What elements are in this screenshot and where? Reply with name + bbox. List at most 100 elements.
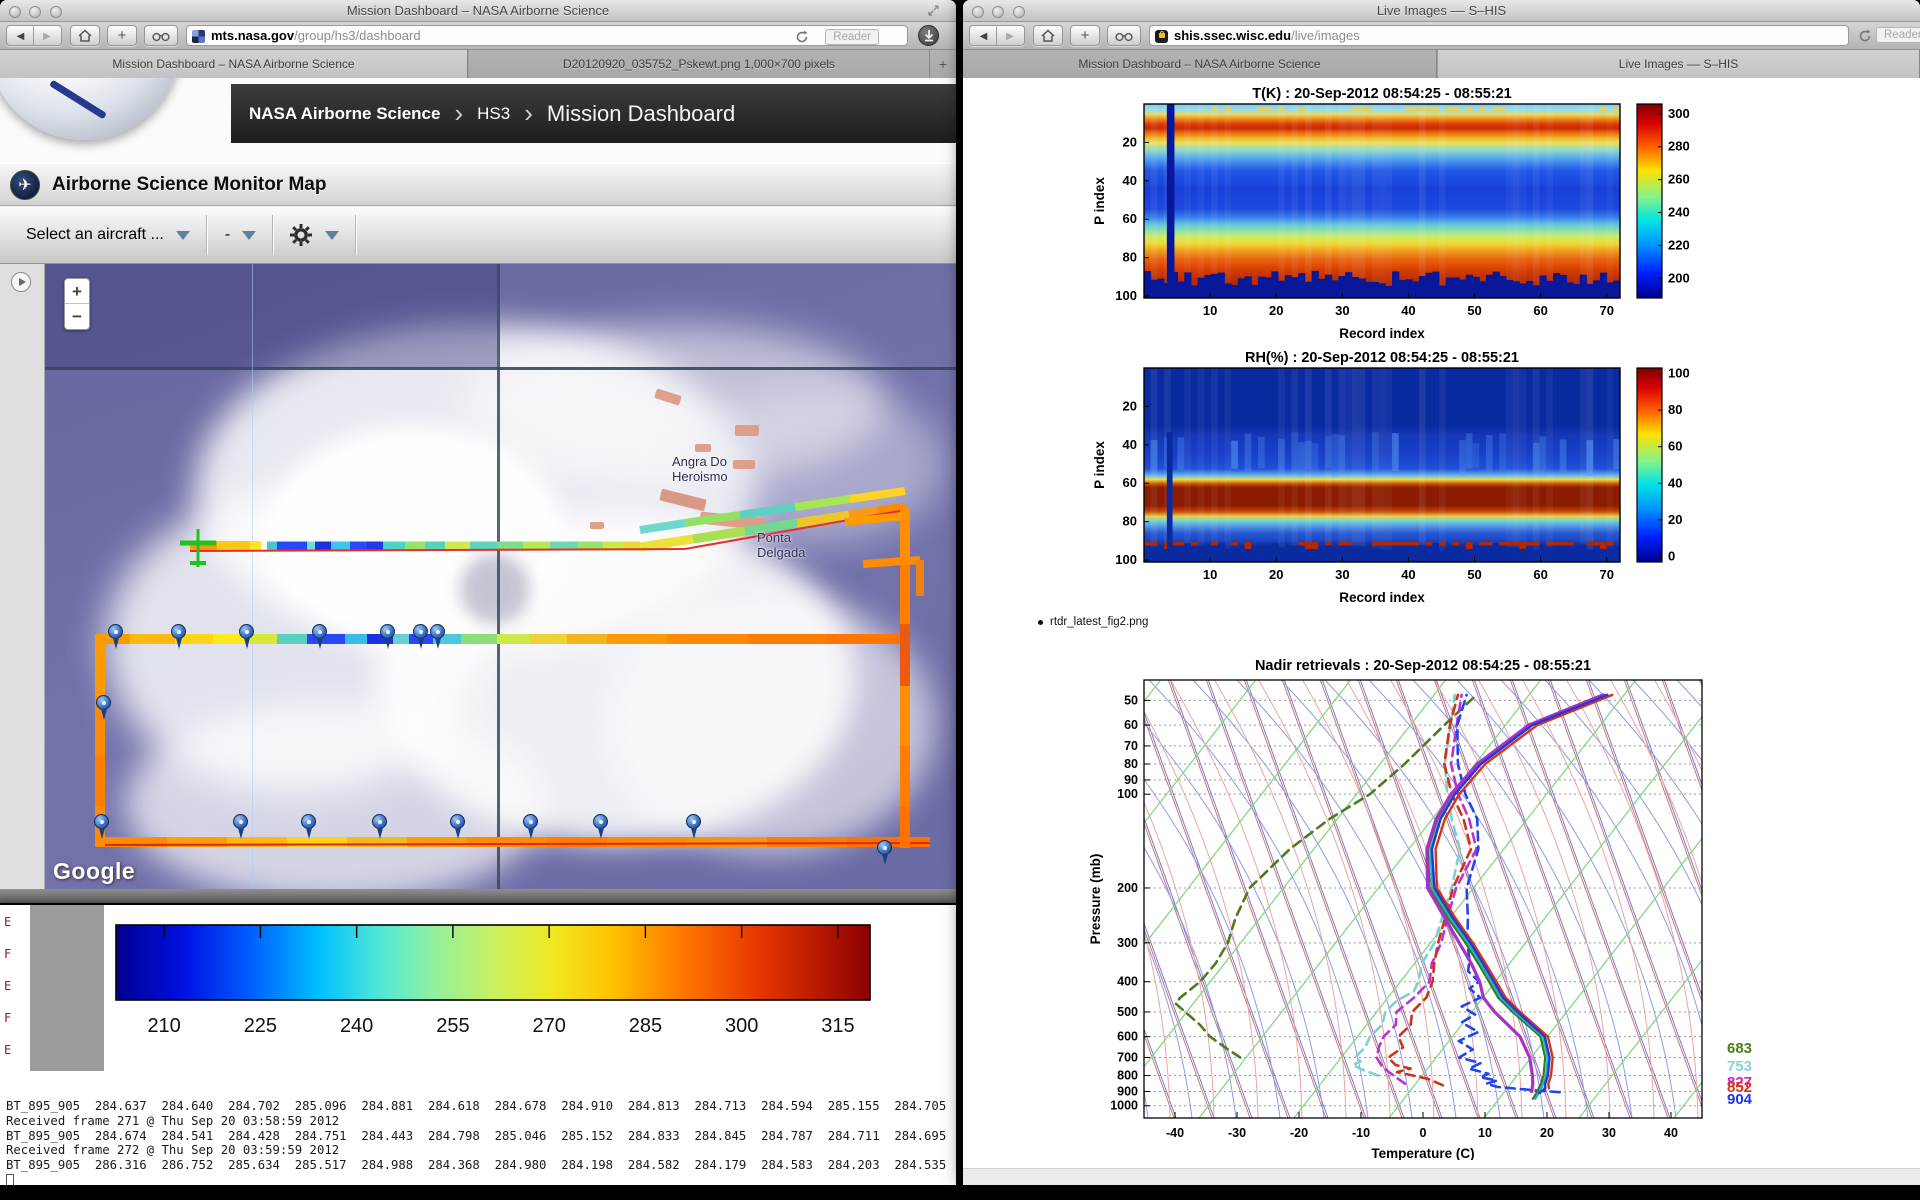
svg-text:20: 20 — [1269, 303, 1283, 318]
svg-text:20: 20 — [1269, 567, 1283, 582]
map-pin[interactable] — [413, 624, 428, 639]
tab-mission-dashboard[interactable]: Mission Dashboard – NASA Airborne Scienc… — [963, 50, 1437, 78]
right-browser-window: Live Images –– S–HIS ◀▶ + shis.ssec.wisc… — [963, 0, 1920, 1185]
map-pin[interactable] — [450, 814, 465, 829]
clipped-text-fragment: E — [4, 1043, 11, 1057]
svg-text:210: 210 — [147, 1015, 180, 1037]
svg-text:30: 30 — [1335, 303, 1349, 318]
chevron-down-icon[interactable] — [325, 231, 339, 240]
svg-text:60: 60 — [1668, 439, 1682, 454]
rh-heatmap-image: 1020304050607020406080100RH(%) : 20-Sep-… — [1080, 350, 1720, 612]
reading-list-button[interactable] — [1107, 25, 1141, 46]
monitor-map-header: ✈ Airborne Science Monitor Map — [0, 163, 956, 206]
reload-icon[interactable] — [795, 30, 809, 44]
tab-pskewt-image[interactable]: D20120920_035752_Pskewt.png 1,000×700 pi… — [469, 50, 930, 78]
left-titlebar[interactable]: Mission Dashboard – NASA Airborne Scienc… — [0, 0, 956, 22]
map-pin[interactable] — [523, 814, 538, 829]
svg-text:Pressure (mb): Pressure (mb) — [1088, 854, 1103, 945]
map-pin[interactable] — [877, 840, 892, 855]
zoom-in-button[interactable]: + — [65, 279, 89, 304]
terminal-window[interactable]: BT_895_905 284.637 284.640 284.702 285.0… — [0, 1071, 956, 1185]
new-tab-button[interactable]: + — [930, 50, 956, 78]
home-button[interactable] — [1033, 25, 1063, 46]
map-canvas[interactable]: Angra DoHeroismo PontaDelgada + − Google — [45, 264, 956, 889]
map-pin[interactable] — [686, 814, 701, 829]
svg-text:T(K) : 20-Sep-2012 08:54:25 -: T(K) : 20-Sep-2012 08:54:25 - 08:55:21 — [1252, 86, 1512, 102]
breadcrumb-hs3[interactable]: HS3 — [477, 104, 510, 124]
brightness-temp-colorbar: 210225240255270285300315 — [104, 905, 956, 1071]
dash-select[interactable]: - — [225, 226, 230, 244]
url-field[interactable]: shis.ssec.wisc.edu/live/images — [1149, 25, 1849, 46]
reading-list-button[interactable] — [144, 25, 178, 46]
home-icon — [1041, 29, 1055, 42]
forward-button[interactable]: ▶ — [34, 27, 60, 46]
svg-text:500: 500 — [1117, 1005, 1138, 1019]
chevron-down-icon[interactable] — [242, 231, 256, 240]
file-list-item[interactable]: rtdr_latest_fig2.png — [1050, 616, 1148, 628]
aircraft-select[interactable]: Select an aircraft ... — [26, 226, 164, 244]
svg-text:20: 20 — [1668, 512, 1682, 527]
svg-text:300: 300 — [1668, 106, 1690, 121]
map-pin[interactable] — [372, 814, 387, 829]
url-field[interactable]: mts.nasa.gov/group/hs3/dashboard Reader — [186, 25, 908, 46]
downloads-button[interactable] — [918, 25, 939, 46]
svg-text:50: 50 — [1467, 303, 1481, 318]
svg-text:80: 80 — [1668, 402, 1682, 417]
map-pin[interactable] — [96, 695, 111, 710]
svg-text:10: 10 — [1203, 567, 1217, 582]
forward-button[interactable]: ▶ — [997, 27, 1023, 46]
home-icon — [78, 29, 92, 42]
map-pin[interactable] — [233, 814, 248, 829]
breadcrumb-page: Mission Dashboard — [547, 101, 735, 127]
svg-text:315: 315 — [821, 1015, 854, 1037]
map-pin[interactable] — [312, 624, 327, 639]
svg-text:600: 600 — [1117, 1030, 1138, 1044]
svg-text:800: 800 — [1117, 1069, 1138, 1083]
play-button[interactable] — [11, 272, 31, 292]
tab-live-images[interactable]: Live Images –– S–HIS — [1438, 50, 1920, 78]
svg-text:-20: -20 — [1290, 1126, 1308, 1140]
svg-text:100: 100 — [1668, 365, 1690, 380]
aircraft-position-icon[interactable] — [178, 526, 218, 570]
map-pin[interactable] — [171, 624, 186, 639]
terminal-cursor — [6, 1174, 14, 1185]
chevron-down-icon[interactable] — [176, 231, 190, 240]
back-button[interactable]: ◀ — [8, 27, 34, 46]
svg-text:260: 260 — [1668, 172, 1690, 187]
back-button[interactable]: ◀ — [971, 27, 997, 46]
breadcrumb-site[interactable]: NASA Airborne Science — [249, 104, 440, 124]
svg-text:40: 40 — [1664, 1126, 1678, 1140]
map-pin[interactable] — [593, 814, 608, 829]
gear-icon[interactable] — [289, 223, 313, 247]
clipped-text-fragment: F — [4, 947, 11, 961]
map-pin[interactable] — [239, 624, 254, 639]
nav-buttons[interactable]: ◀▶ — [969, 25, 1025, 46]
tab-mission-dashboard[interactable]: Mission Dashboard – NASA Airborne Scienc… — [0, 50, 468, 78]
svg-text:60: 60 — [1533, 303, 1547, 318]
resize-corner-icon[interactable] — [927, 4, 940, 17]
reader-button[interactable]: Reader — [825, 29, 879, 45]
map-pin[interactable] — [301, 814, 316, 829]
map-pin[interactable] — [380, 624, 395, 639]
new-page-button[interactable]: + — [1070, 25, 1100, 46]
reader-button[interactable]: Reader — [1876, 27, 1920, 43]
svg-text:900: 900 — [1117, 1084, 1138, 1098]
svg-text:Nadir retrievals : 20-Sep-2012: Nadir retrievals : 20-Sep-2012 08:54:25 … — [1255, 658, 1591, 674]
map-pin[interactable] — [94, 814, 109, 829]
svg-text:100: 100 — [1115, 552, 1137, 567]
svg-text:80: 80 — [1123, 250, 1137, 265]
home-button[interactable] — [70, 25, 100, 46]
svg-text:60: 60 — [1123, 211, 1137, 226]
svg-text:RH(%) : 20-Sep-2012 08:54:25 -: RH(%) : 20-Sep-2012 08:54:25 - 08:55:21 — [1245, 350, 1519, 366]
download-arrow-icon — [924, 30, 934, 42]
window-status-bar — [963, 1168, 1920, 1185]
map-pin[interactable] — [108, 624, 123, 639]
reload-icon[interactable] — [1858, 29, 1872, 43]
nav-buttons[interactable]: ◀▶ — [6, 25, 62, 46]
terminal-line: Received frame 271 @ Thu Sep 20 03:58:59… — [6, 1114, 956, 1129]
right-titlebar[interactable]: Live Images –– S–HIS — [963, 0, 1920, 22]
new-page-button[interactable]: + — [107, 25, 137, 46]
map-pin[interactable] — [430, 624, 445, 639]
svg-text:285: 285 — [629, 1015, 662, 1037]
zoom-out-button[interactable]: − — [65, 304, 89, 329]
